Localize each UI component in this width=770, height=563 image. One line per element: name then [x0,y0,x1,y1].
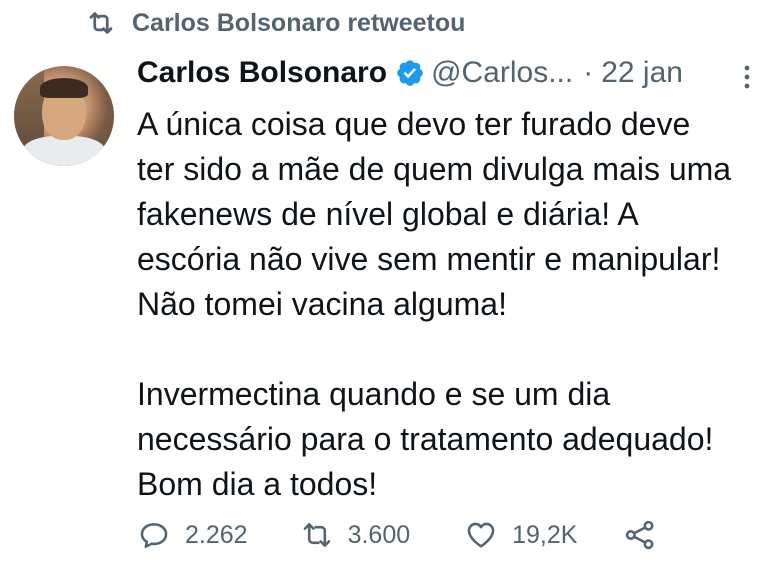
share-icon [626,520,654,550]
verified-badge-icon [397,60,423,86]
tweet-card[interactable]: Carlos Bolsonaro retweetou Carlos Bolson… [0,0,770,563]
header-separator: · [583,56,594,89]
reply-icon [140,523,168,548]
heart-icon [467,522,495,548]
retweet-banner-text: Carlos Bolsonaro retweetou [132,8,466,37]
share-button[interactable] [623,518,657,552]
tweet-text: A única coisa que devo ter furado deve t… [137,106,732,502]
retweet-banner[interactable]: Carlos Bolsonaro retweetou [84,8,465,38]
tweet-actions: 2.262 3.600 19,2K [137,518,657,552]
retweet-button[interactable]: 3.600 [300,518,411,552]
retweet-icon [89,12,113,34]
reply-count: 2.262 [185,520,248,549]
reply-button[interactable]: 2.262 [137,518,248,552]
like-count: 19,2K [512,520,578,549]
retweet-action-icon [303,523,330,547]
retweet-count: 3.600 [347,520,411,549]
like-button[interactable]: 19,2K [464,518,577,552]
avatar[interactable] [14,66,114,166]
more-options-icon[interactable] [739,62,755,94]
author-handle[interactable]: @Carlos... [431,56,573,90]
tweet-header: Carlos Bolsonaro @Carlos... · 22 jan [137,56,683,90]
author-name[interactable]: Carlos Bolsonaro [137,56,387,90]
tweet-date[interactable]: 22 jan [601,56,683,90]
